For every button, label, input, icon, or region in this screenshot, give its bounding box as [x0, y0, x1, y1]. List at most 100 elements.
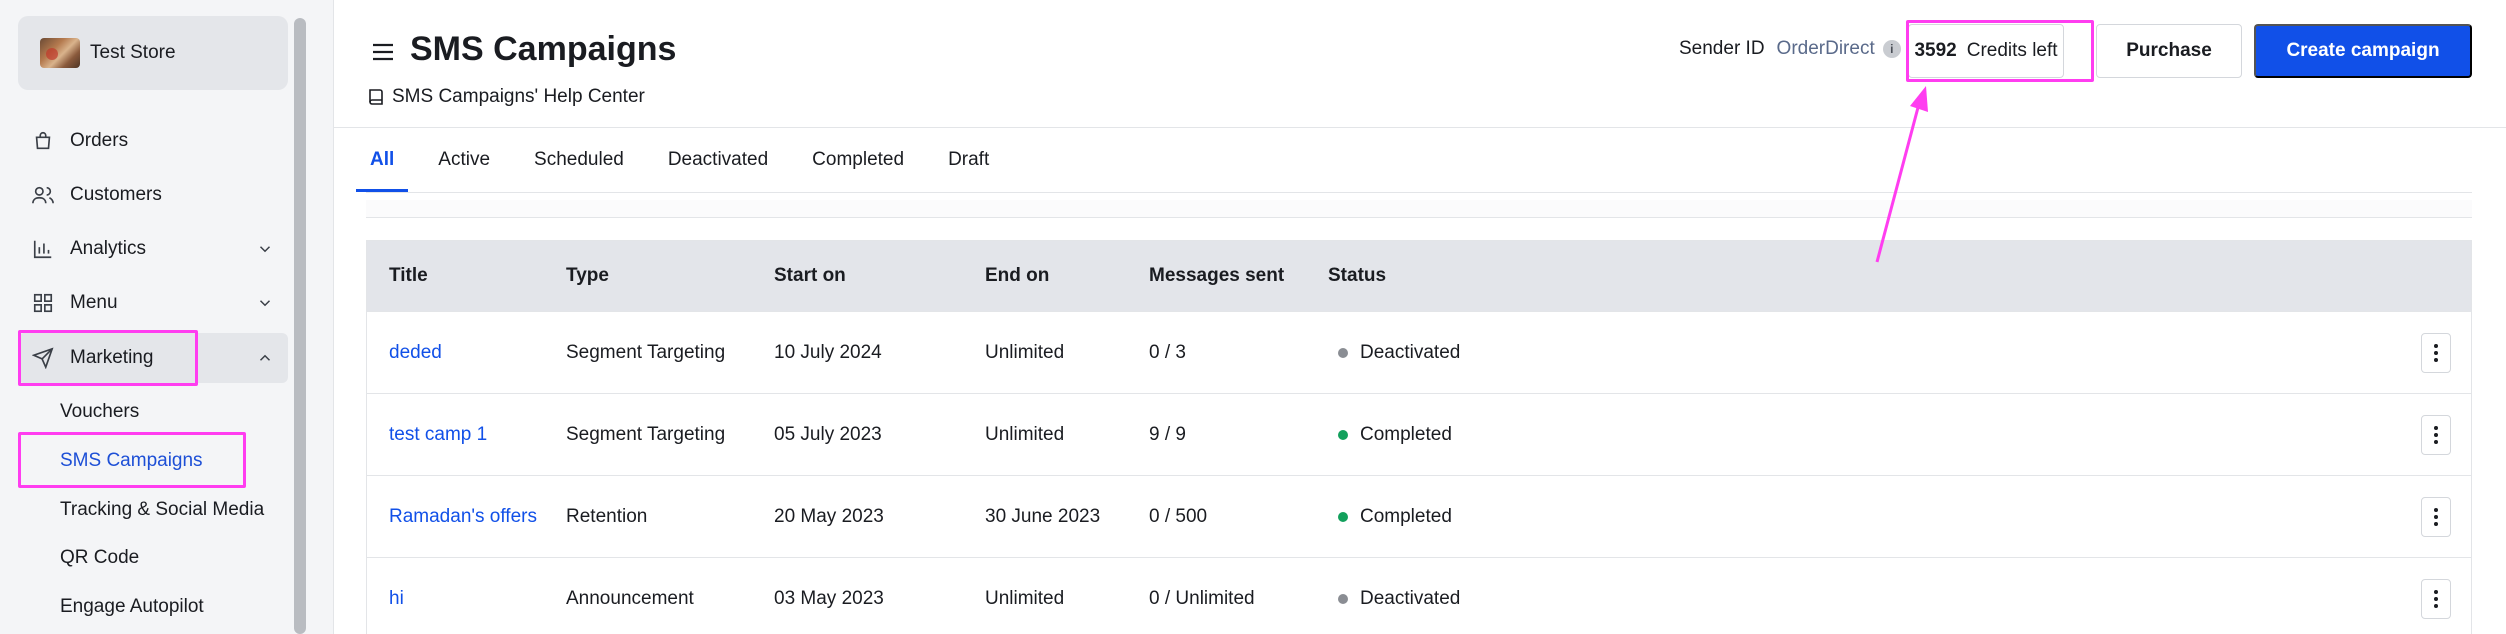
- campaign-type: Segment Targeting: [566, 341, 726, 363]
- kebab-dot-icon: [2434, 522, 2438, 526]
- sidebar-item-customers[interactable]: Customers: [18, 170, 288, 220]
- status-label: Completed: [1360, 423, 1452, 445]
- status-dot: [1338, 347, 1348, 358]
- chevron-down-icon: [259, 300, 271, 307]
- status-label: Deactivated: [1360, 341, 1461, 363]
- column-header-title: Title: [389, 265, 428, 286]
- column-header-type: Type: [566, 265, 609, 286]
- table-row: test camp 1 Segment Targeting 05 July 20…: [367, 393, 2471, 475]
- table-row: deded Segment Targeting 10 July 2024 Unl…: [367, 311, 2471, 393]
- tab-draft[interactable]: Draft: [944, 128, 993, 192]
- status-dot: [1338, 593, 1348, 604]
- campaign-messages-sent: 0 / Unlimited: [1149, 587, 1255, 609]
- sidebar-item-orders[interactable]: Orders: [18, 116, 288, 166]
- campaign-start: 03 May 2023: [774, 587, 884, 609]
- sidebar: Test Store Orders Customers Analytics Me…: [0, 0, 334, 634]
- store-name: Test Store: [90, 42, 176, 63]
- annotation-highlight-sms-campaigns: [18, 432, 246, 488]
- campaign-title-link[interactable]: deded: [389, 312, 442, 393]
- status-dot: [1338, 511, 1348, 522]
- column-header-start-on: Start on: [774, 265, 846, 286]
- kebab-dot-icon: [2434, 344, 2438, 348]
- kebab-dot-icon: [2434, 597, 2438, 601]
- sidebar-subitem-vouchers[interactable]: Vouchers: [60, 392, 139, 432]
- sidebar-item-label: Analytics: [70, 238, 147, 259]
- status-label: Completed: [1360, 505, 1452, 527]
- campaign-end: Unlimited: [985, 587, 1065, 609]
- row-actions-button[interactable]: [2421, 579, 2451, 619]
- sidebar-subitem-engage-autopilot[interactable]: Engage Autopilot: [60, 587, 204, 627]
- status-badge: Completed: [1328, 476, 1452, 557]
- kebab-dot-icon: [2434, 433, 2438, 437]
- sender-id: Sender ID OrderDirect i: [1679, 38, 1901, 60]
- campaign-end: Unlimited: [985, 341, 1065, 363]
- kebab-dot-icon: [2434, 508, 2438, 512]
- kebab-dot-icon: [2434, 358, 2438, 362]
- campaign-start: 10 July 2024: [774, 341, 882, 363]
- purchase-button[interactable]: Purchase: [2096, 24, 2242, 78]
- sidebar-item-label: Orders: [70, 130, 129, 151]
- tab-active[interactable]: Active: [434, 128, 494, 192]
- create-campaign-button[interactable]: Create campaign: [2254, 24, 2472, 78]
- sidebar-item-menu[interactable]: Menu: [18, 278, 288, 328]
- campaign-title-link[interactable]: test camp 1: [389, 394, 487, 475]
- chevron-down-icon: [259, 246, 271, 253]
- campaign-messages-sent: 0 / 500: [1149, 505, 1208, 527]
- campaign-type: Segment Targeting: [566, 423, 726, 445]
- status-badge: Deactivated: [1328, 312, 1460, 393]
- campaign-messages-sent: 9 / 9: [1149, 423, 1186, 445]
- row-actions-button[interactable]: [2421, 415, 2451, 455]
- info-icon[interactable]: i: [1882, 40, 1901, 58]
- sidebar-subitem-tracking-social-media[interactable]: Tracking & Social Media: [60, 490, 264, 530]
- column-header-messages-sent: Messages sent: [1149, 265, 1285, 286]
- kebab-dot-icon: [2434, 604, 2438, 608]
- annotation-highlight-marketing: [18, 330, 198, 386]
- kebab-dot-icon: [2434, 590, 2438, 594]
- sidebar-item-label: Menu: [70, 292, 118, 313]
- campaign-end: 30 June 2023: [985, 505, 1101, 527]
- main-content: SMS Campaigns SMS Campaigns' Help Center…: [334, 0, 2506, 634]
- kebab-dot-icon: [2434, 440, 2438, 444]
- grid-icon: [30, 290, 56, 316]
- sidebar-subitem-qr-code[interactable]: QR Code: [60, 538, 139, 578]
- store-logo: [40, 38, 80, 68]
- status-tabs: All Active Scheduled Deactivated Complet…: [355, 128, 1029, 192]
- campaign-start: 05 July 2023: [774, 423, 882, 445]
- status-badge: Deactivated: [1328, 558, 1460, 634]
- tab-scheduled[interactable]: Scheduled: [530, 128, 628, 192]
- hamburger-menu-icon[interactable]: [372, 42, 394, 62]
- annotation-highlight-credits: [1906, 20, 2094, 82]
- tab-all[interactable]: All: [355, 128, 409, 192]
- column-header-end-on: End on: [985, 265, 1050, 286]
- store-switcher[interactable]: Test Store: [18, 16, 288, 90]
- table-row: hi Announcement 03 May 2023 Unlimited 0 …: [367, 557, 2471, 634]
- row-actions-button[interactable]: [2421, 497, 2451, 537]
- campaign-type: Announcement: [566, 587, 694, 609]
- sender-id-value: OrderDirect: [1776, 38, 1875, 59]
- campaign-start: 20 May 2023: [774, 505, 884, 527]
- status-label: Deactivated: [1360, 587, 1461, 609]
- campaign-title-link[interactable]: Ramadan's offers: [389, 476, 537, 557]
- kebab-dot-icon: [2434, 351, 2438, 355]
- sidebar-item-label: Customers: [70, 184, 162, 205]
- campaign-type: Retention: [566, 505, 648, 527]
- page-title: SMS Campaigns: [410, 30, 677, 68]
- column-header-status: Status: [1328, 265, 1387, 286]
- row-actions-button[interactable]: [2421, 333, 2451, 373]
- campaign-title-link[interactable]: hi: [389, 558, 404, 634]
- campaign-end: Unlimited: [985, 423, 1065, 445]
- tabs-divider: [366, 192, 2472, 193]
- help-center-label: SMS Campaigns' Help Center: [392, 86, 645, 107]
- tab-completed[interactable]: Completed: [808, 128, 908, 192]
- tab-deactivated[interactable]: Deactivated: [664, 128, 772, 192]
- book-icon: [369, 89, 383, 105]
- status-dot: [1338, 429, 1348, 440]
- help-center-link[interactable]: SMS Campaigns' Help Center: [368, 86, 645, 108]
- campaigns-table: Title Type Start on End on Messages sent…: [366, 240, 2472, 634]
- sidebar-item-analytics[interactable]: Analytics: [18, 224, 288, 274]
- sidebar-scrollbar[interactable]: [294, 18, 306, 634]
- users-icon: [30, 182, 56, 208]
- chevron-up-icon: [259, 354, 271, 361]
- table-header: Title Type Start on End on Messages sent…: [367, 241, 2471, 311]
- filter-strip: [366, 200, 2472, 218]
